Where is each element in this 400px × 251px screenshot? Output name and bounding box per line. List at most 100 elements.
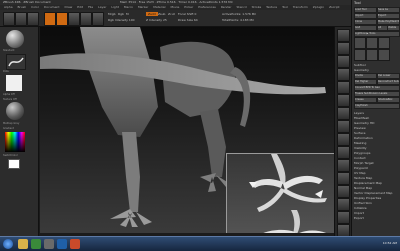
menu-item-stroke[interactable]: Stroke — [252, 5, 262, 9]
menu-item-alpha[interactable]: Alpha — [4, 5, 13, 9]
rotate-view-button[interactable] — [337, 198, 350, 211]
main-color-swatch[interactable] — [8, 159, 20, 169]
local-button[interactable] — [337, 133, 350, 146]
menu-item-layer[interactable]: Layer — [98, 5, 106, 9]
quick-sketch-button[interactable] — [27, 12, 39, 26]
zsub-button[interactable]: Zsub — [158, 12, 165, 16]
menu-uv-map[interactable]: UV Map — [354, 171, 366, 175]
explorer-icon[interactable] — [18, 239, 28, 249]
mrgb-button[interactable]: Mrgb — [108, 12, 116, 16]
actual-button[interactable] — [337, 81, 350, 94]
tool-thumbnail[interactable] — [378, 37, 390, 49]
menu-item-zscript[interactable]: Zscript — [329, 5, 339, 9]
zcut-button[interactable]: Zcut — [168, 12, 175, 16]
rgb-button[interactable]: Rgb — [118, 12, 124, 16]
menu-normal-map[interactable]: Normal Map — [354, 186, 372, 190]
menu-item-color[interactable]: Color — [31, 5, 39, 9]
menu-polygroups[interactable]: Polygroups — [354, 151, 370, 155]
spix-button[interactable] — [337, 42, 350, 55]
menu-item-macro[interactable]: Macro — [124, 5, 133, 9]
frame-button[interactable] — [337, 159, 350, 172]
tool-thumbnail[interactable] — [366, 49, 378, 61]
aahalf-button[interactable] — [337, 94, 350, 107]
polyf-button[interactable] — [337, 211, 350, 224]
menu-item-transform[interactable]: Transform — [293, 5, 308, 9]
menu-fibermesh[interactable]: FiberMesh — [354, 116, 369, 120]
document-canvas[interactable] — [40, 27, 334, 233]
menu-item-draw[interactable]: Draw — [64, 5, 72, 9]
floor-button[interactable] — [337, 120, 350, 133]
zadd-button[interactable]: Zadd — [146, 12, 158, 16]
media-icon[interactable] — [31, 239, 41, 249]
material-picker-icon[interactable] — [6, 102, 24, 120]
menu-item-movie[interactable]: Movie — [170, 5, 179, 9]
z-intensity-slider[interactable]: Z Intensity 25 — [146, 18, 167, 22]
menu-surface[interactable]: Surface — [354, 131, 365, 135]
menu-morph-target[interactable]: Morph Target — [354, 161, 374, 165]
scale-view-button[interactable] — [337, 185, 350, 198]
menu-initialize[interactable]: Initialize — [354, 206, 367, 210]
menu-display-properties[interactable]: Display Properties — [354, 196, 381, 200]
lightbox-button[interactable] — [15, 12, 27, 26]
menu-item-picker[interactable]: Picker — [184, 5, 193, 9]
menu-item-tool[interactable]: Tool — [282, 5, 288, 9]
move-view-button[interactable] — [337, 172, 350, 185]
draw-mode-button[interactable] — [56, 12, 68, 26]
zbrush-icon[interactable] — [44, 239, 54, 249]
photoshop-icon[interactable] — [57, 239, 67, 249]
color-picker[interactable] — [5, 132, 25, 152]
menu-geometry[interactable]: Geometry — [354, 68, 369, 72]
menu-vector-displacement-map[interactable]: Vector Displacement Map — [354, 191, 392, 195]
menu-export[interactable]: Export — [354, 216, 364, 220]
rgb-intensity-slider[interactable]: Rgb Intensity 100 — [108, 18, 135, 22]
menu-visibility[interactable]: Visibility — [354, 146, 367, 150]
menu-item-material[interactable]: Material — [153, 5, 165, 9]
draw-size-slider[interactable]: Draw Size 64 — [178, 18, 198, 22]
move-mode-button[interactable] — [68, 12, 80, 26]
menu-item-zplugin[interactable]: Zplugin — [313, 5, 324, 9]
menu-displacement-map[interactable]: Displacement Map — [354, 181, 382, 185]
menu-contact[interactable]: Contact — [354, 156, 366, 160]
claypolish-button[interactable]: ClayPolish — [354, 103, 400, 109]
rotate-mode-button[interactable] — [92, 12, 104, 26]
m-button[interactable]: M — [126, 12, 129, 16]
menu-masking[interactable]: Masking — [354, 141, 366, 145]
menu-item-texture[interactable]: Texture — [266, 5, 277, 9]
menu-item-file[interactable]: File — [88, 5, 93, 9]
persp-button[interactable] — [337, 107, 350, 120]
menu-geometry-hd[interactable]: Geometry HD — [354, 121, 374, 125]
menu-item-edit[interactable]: Edit — [77, 5, 83, 9]
menu-import[interactable]: Import — [354, 211, 364, 215]
menu-preview[interactable]: Preview — [354, 126, 366, 130]
stroke-picker-icon[interactable] — [6, 54, 26, 70]
start-orb-icon[interactable] — [3, 239, 13, 249]
menu-layers[interactable]: Layers — [354, 111, 364, 115]
menu-item-preferences[interactable]: Preferences — [198, 5, 216, 9]
menu-subtool[interactable]: SubTool — [354, 63, 366, 67]
menu-item-render[interactable]: Render — [221, 5, 232, 9]
tool-thumbnail[interactable] — [354, 37, 366, 49]
menu-item-document[interactable]: Document — [44, 5, 60, 9]
scroll-button[interactable] — [337, 55, 350, 68]
menu-item-brush[interactable]: Brush — [18, 5, 27, 9]
menu-texture-map[interactable]: Texture Map — [354, 176, 372, 180]
scale-mode-button[interactable] — [80, 12, 92, 26]
tool-thumbnail[interactable] — [366, 37, 378, 49]
brush-picker-icon[interactable] — [6, 30, 24, 48]
tool-thumbnail[interactable] — [354, 49, 366, 61]
bpr-button[interactable] — [337, 29, 350, 42]
menu-item-marker[interactable]: Marker — [138, 5, 148, 9]
menu-polypaint[interactable]: Polypaint — [354, 166, 368, 170]
lsym-button[interactable] — [337, 146, 350, 159]
menu-item-stencil[interactable]: Stencil — [236, 5, 246, 9]
alpha-picker-icon[interactable] — [6, 75, 22, 91]
focal-shift-slider[interactable]: Focal Shift 0 — [178, 12, 196, 16]
projection-master-button[interactable] — [3, 12, 15, 26]
tool-thumbnail[interactable] — [378, 49, 390, 61]
browser-icon[interactable] — [70, 239, 80, 249]
menu-unified-skin[interactable]: Unified Skin — [354, 201, 372, 205]
menu-deformation[interactable]: Deformation — [354, 136, 373, 140]
edit-mode-button[interactable] — [44, 12, 56, 26]
menu-item-light[interactable]: Light — [111, 5, 119, 9]
zoom-button[interactable] — [337, 68, 350, 81]
